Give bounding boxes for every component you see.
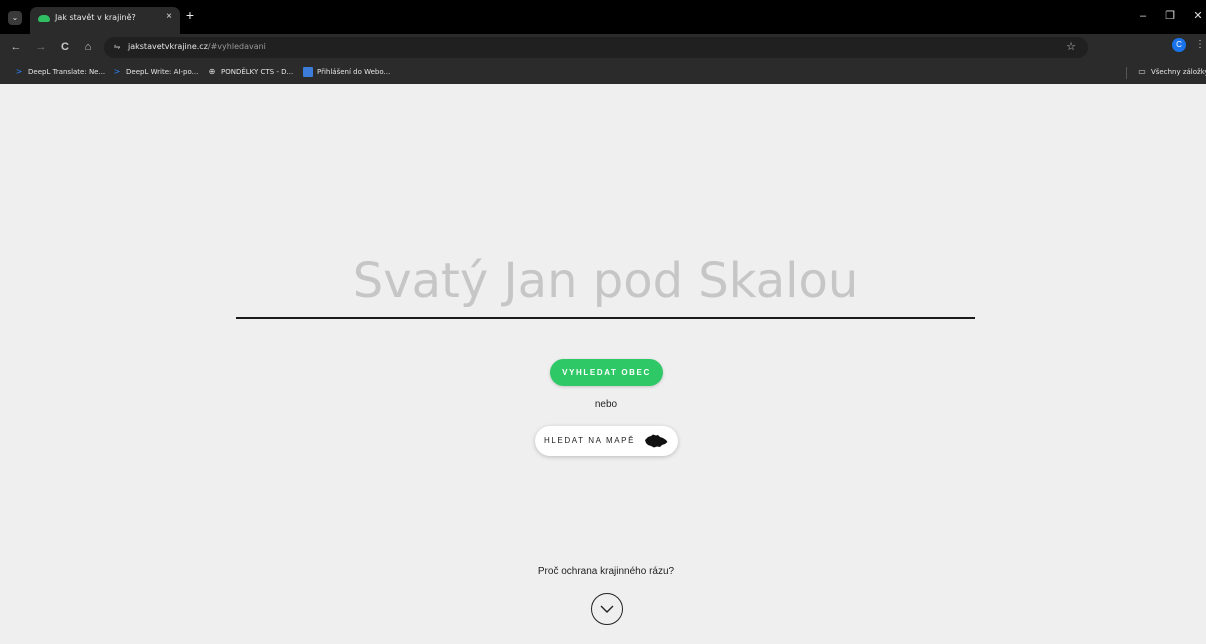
folder-icon: ▭ [1138, 67, 1146, 76]
bookmark-deepl-write[interactable]: > DeepL Write: AI-po... [112, 66, 199, 79]
bookmarks-bar: > DeepL Translate: Ne... > DeepL Write: AI… [0, 61, 1206, 84]
reload-button[interactable]: C [57, 39, 73, 55]
active-tab[interactable]: Jak stavět v krajině? × [30, 7, 180, 34]
deepl-icon: > [15, 67, 23, 76]
back-button[interactable]: ← [8, 39, 24, 55]
browser-menu-icon[interactable]: ⋮ [1195, 38, 1205, 52]
bookmark-label: Přihlášení do Webo... [317, 68, 391, 76]
bookmark-label: PONDĚLKY CTS - D... [221, 68, 294, 76]
page-content: Svatý Jan pod Skalou VYHLEDAT OBEC nebo … [0, 84, 1206, 644]
chevron-down-icon [600, 605, 614, 613]
municipality-search-input[interactable] [236, 244, 975, 319]
deepl-icon: > [113, 67, 121, 76]
site-info-icon[interactable]: ⇋ [110, 40, 124, 54]
webo-icon [303, 67, 313, 77]
search-on-map-button[interactable]: HLEDAT NA MAPĚ [535, 426, 678, 456]
profile-avatar[interactable]: C [1172, 38, 1186, 52]
bookmark-label: DeepL Translate: Ne... [28, 68, 106, 76]
bookmarks-divider [1126, 67, 1127, 79]
tab-close-icon[interactable]: × [163, 11, 175, 23]
close-window-button[interactable]: ✕ [1190, 9, 1206, 23]
tab-strip: ⌄ Jak stavět v krajině? × + – ❐ ✕ [0, 0, 1206, 34]
site-favicon-icon [38, 15, 50, 22]
forward-button[interactable]: → [33, 39, 49, 55]
address-bar[interactable]: ⇋ jakstavetvkrajine.cz/#vyhledavani ☆ [104, 37, 1088, 58]
new-tab-button[interactable]: + [183, 8, 197, 22]
bookmark-label: DeepL Write: AI-po... [126, 68, 199, 76]
bookmark-webo[interactable]: Přihlášení do Webo... [303, 66, 390, 79]
globe-icon: ⊕ [208, 67, 216, 76]
or-text: nebo [594, 399, 618, 410]
scroll-down-button[interactable] [591, 593, 623, 625]
search-on-map-label: HLEDAT NA MAPĚ [544, 436, 636, 445]
why-landscape-protection-link[interactable]: Proč ochrana krajinného rázu? [478, 566, 734, 577]
tab-search-button[interactable]: ⌄ [8, 11, 22, 25]
url-host: jakstavetvkrajine.cz [128, 42, 208, 51]
url-path: /#vyhledavani [207, 42, 266, 51]
bookmark-star-icon[interactable]: ☆ [1064, 40, 1078, 54]
url-text: jakstavetvkrajine.cz/#vyhledavani [128, 42, 266, 51]
browser-toolbar: ← → C ⌂ ⇋ jakstavetvkrajine.cz/#vyhledav… [0, 34, 1206, 86]
home-button[interactable]: ⌂ [80, 39, 96, 55]
tab-title: Jak stavět v krajině? [55, 13, 136, 22]
all-bookmarks-button[interactable]: ▭ Všechny záložky [1137, 66, 1206, 79]
all-bookmarks-label: Všechny záložky [1151, 68, 1206, 76]
search-municipality-button[interactable]: VYHLEDAT OBEC [550, 359, 663, 386]
minimize-button[interactable]: – [1135, 9, 1151, 23]
czech-map-icon [645, 434, 668, 448]
restore-button[interactable]: ❐ [1162, 9, 1178, 23]
bookmark-deepl-translate[interactable]: > DeepL Translate: Ne... [14, 66, 106, 79]
bookmark-pondelky[interactable]: ⊕ PONDĚLKY CTS - D... [207, 66, 294, 79]
